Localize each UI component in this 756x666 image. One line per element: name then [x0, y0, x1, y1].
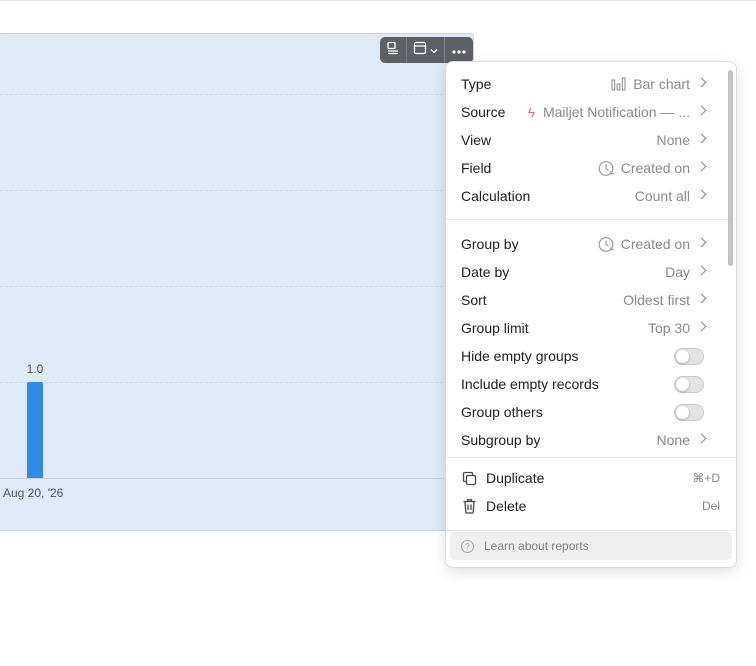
menu-item-value: Top 30 — [647, 320, 690, 336]
menu-item-label: Date by — [461, 264, 510, 280]
bar-data-label: 1.0 — [26, 362, 44, 376]
footer-label: Learn about reports — [484, 539, 589, 553]
chevron-right-icon — [696, 265, 707, 276]
menu-item-hide-empty-groups: Hide empty groups — [446, 342, 736, 370]
menu-item-label: Field — [461, 160, 492, 176]
x-axis-line — [0, 478, 473, 479]
menu-item-label: Source — [461, 104, 506, 120]
menu-item-label: Type — [461, 76, 492, 92]
chevron-right-icon — [696, 77, 707, 88]
layout-dropdown-button[interactable] — [407, 37, 445, 63]
grid-line — [0, 94, 473, 95]
chevron-right-icon — [696, 293, 707, 304]
menu-scrollbar[interactable] — [728, 70, 733, 266]
duplicate-icon — [461, 470, 477, 486]
delete-button[interactable]: Delete Del — [446, 492, 736, 520]
menu-item-label: Hide empty groups — [461, 348, 579, 364]
menu-item-view[interactable]: View None — [446, 126, 736, 154]
menu-item-include-empty-records: Include empty records — [446, 370, 736, 398]
menu-item-label: Sort — [461, 292, 487, 308]
chart-panel[interactable]: 1.0 Aug 20, '26 — [0, 33, 474, 531]
menu-item-value: None — [656, 432, 690, 448]
menu-item-label: Group by — [461, 236, 519, 252]
clock-icon — [598, 160, 615, 177]
shortcut-hint: ⌘+D — [692, 471, 720, 485]
menu-divider — [446, 219, 736, 220]
trash-icon — [461, 498, 477, 514]
chevron-right-icon — [696, 433, 707, 444]
more-icon — [452, 41, 466, 59]
chart-bar[interactable] — [27, 382, 43, 478]
menu-item-value: Oldest first — [623, 292, 690, 308]
grid-line — [0, 382, 473, 383]
menu-item-value: Mailjet Notification — ... — [542, 104, 690, 120]
bar-chart-icon — [611, 77, 626, 91]
menu-item-calculation[interactable]: Calculation Count all — [446, 182, 736, 210]
learn-about-reports-link[interactable]: ? Learn about reports — [450, 532, 732, 560]
menu-item-value: None — [656, 132, 690, 148]
chevron-down-icon — [430, 41, 438, 59]
hide-empty-groups-toggle[interactable] — [674, 347, 704, 365]
display-icon — [386, 41, 400, 60]
menu-item-value: Created on — [620, 160, 690, 176]
menu-item-label: View — [461, 132, 492, 148]
top-divider — [0, 0, 756, 1]
shortcut-hint: Del — [701, 499, 720, 513]
chart-toolbar — [380, 37, 473, 63]
chevron-right-icon — [696, 189, 707, 200]
chevron-right-icon — [696, 237, 707, 248]
menu-item-group-by[interactable]: Group by Created on — [446, 230, 736, 258]
menu-item-value: Count all — [634, 188, 690, 204]
menu-item-date-by[interactable]: Date by Day — [446, 258, 736, 286]
menu-actions: Duplicate ⌘+D Delete Del — [446, 457, 736, 531]
menu-scroll-area[interactable]: Type Bar chart Source ϟ Mailjet Notifica… — [446, 62, 736, 457]
menu-item-label: Subgroup by — [461, 432, 541, 448]
chevron-right-icon — [696, 161, 707, 172]
menu-item-group-others: Group others — [446, 398, 736, 426]
menu-item-value: Bar chart — [633, 76, 690, 92]
action-label: Duplicate — [486, 470, 545, 486]
menu-item-label: Include empty records — [461, 376, 599, 392]
help-icon: ? — [461, 539, 474, 553]
action-label: Delete — [486, 498, 527, 514]
menu-item-group-limit[interactable]: Group limit Top 30 — [446, 314, 736, 342]
chevron-right-icon — [696, 321, 707, 332]
menu-item-value: Created on — [620, 236, 690, 252]
menu-divider — [446, 530, 736, 531]
display-button[interactable] — [380, 37, 407, 63]
x-axis-tick-label: Aug 20, '26 — [3, 486, 64, 500]
clock-icon — [598, 236, 615, 253]
menu-item-sort[interactable]: Sort Oldest first — [446, 286, 736, 314]
duplicate-button[interactable]: Duplicate ⌘+D — [446, 464, 736, 492]
chevron-right-icon — [696, 105, 707, 116]
more-button[interactable] — [445, 37, 473, 63]
menu-item-value: Day — [665, 264, 690, 280]
group-others-toggle[interactable] — [674, 403, 704, 421]
menu-item-label: Group others — [461, 404, 543, 420]
include-empty-records-toggle[interactable] — [674, 375, 704, 393]
layout-icon — [413, 41, 427, 60]
chevron-right-icon — [696, 133, 707, 144]
grid-line — [0, 190, 473, 191]
bolt-icon: ϟ — [528, 104, 535, 120]
menu-item-subgroup-by[interactable]: Subgroup by None — [446, 426, 736, 454]
menu-item-field[interactable]: Field Created on — [446, 154, 736, 182]
grid-line — [0, 286, 473, 287]
report-settings-menu: Type Bar chart Source ϟ Mailjet Notifica… — [445, 61, 737, 568]
menu-item-source[interactable]: Source ϟ Mailjet Notification — ... — [446, 98, 736, 126]
menu-item-label: Group limit — [461, 320, 529, 336]
menu-item-label: Calculation — [461, 188, 531, 204]
menu-item-type[interactable]: Type Bar chart — [446, 70, 736, 98]
